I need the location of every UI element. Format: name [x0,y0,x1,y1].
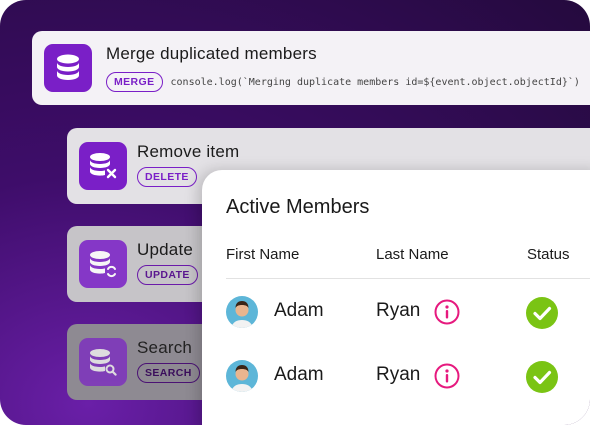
database-icon [44,44,92,92]
column-header-status: Status [527,246,570,263]
action-card-merge[interactable]: Merge duplicated members MERGE console.l… [32,31,590,105]
first-name-cell: Adam [274,364,324,385]
active-members-panel: Active Members First Name Last Name Stat… [202,170,590,425]
column-header-first-name: First Name [226,246,300,263]
card-title: Remove item [137,142,240,161]
last-name-cell: Ryan [376,300,421,321]
status-check-icon [526,361,558,393]
search-tag[interactable]: SEARCH [137,363,200,383]
last-name-cell: Ryan [376,364,421,385]
info-icon[interactable] [434,363,460,389]
status-check-icon [526,297,558,329]
avatar [226,296,258,328]
avatar [226,360,258,392]
merge-tag[interactable]: MERGE [106,72,163,92]
panel-title: Active Members [226,196,370,218]
card-title: Update [137,240,194,259]
database-delete-icon [79,142,127,190]
update-tag[interactable]: UPDATE [137,265,198,285]
header-divider [226,278,590,279]
background-panel: Merge duplicated members MERGE console.l… [0,0,590,425]
first-name-cell: Adam [274,300,324,321]
database-search-icon [79,338,127,386]
card-title: Merge duplicated members [106,44,317,63]
table-row[interactable]: Adam Ryan [202,286,590,336]
code-snippet: console.log(`Merging duplicate members i… [170,76,580,88]
card-title: Search [137,338,193,357]
database-sync-icon [79,240,127,288]
info-icon[interactable] [434,299,460,325]
table-row[interactable]: Adam Ryan [202,350,590,400]
column-header-last-name: Last Name [376,246,449,263]
delete-tag[interactable]: DELETE [137,167,197,187]
